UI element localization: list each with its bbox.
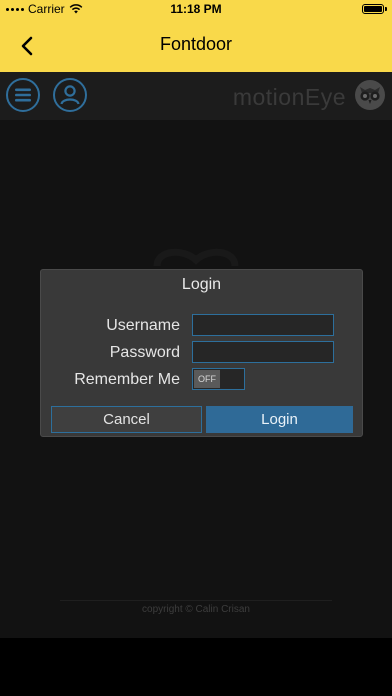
main-menu-button[interactable] [6,78,40,112]
username-field[interactable] [192,314,334,336]
page-title: Fontdoor [159,34,233,54]
copyright-text: copyright © Calin Crisan [142,604,250,615]
user-button[interactable] [53,78,87,112]
toggle-state-label: OFF [194,370,220,388]
remember-me-label: Remember Me [74,371,180,388]
hamburger-icon [15,88,31,102]
login-button[interactable]: Login [206,406,353,433]
password-field[interactable] [192,341,334,363]
footer-divider [60,600,332,601]
status-bar: Carrier 11:18 PM [0,0,392,20]
navigation-bar: Fontdoor [0,20,392,72]
dialog-title: Login [181,276,222,293]
cancel-button[interactable]: Cancel [51,406,202,433]
login-dialog: Login Username Password Remember Me OFF … [40,269,363,437]
owl-logo-icon [355,80,385,110]
username-label: Username [106,317,180,334]
motioneye-header: motionEye [0,72,392,120]
battery-icon [362,4,387,14]
user-icon [60,85,80,105]
app-top-bar: Carrier 11:18 PM Fontdoor [0,0,392,72]
remember-me-toggle[interactable]: OFF [192,368,245,390]
motioneye-brand: motionEye [232,84,346,110]
bottom-area [0,638,392,696]
status-time: 11:18 PM [170,2,222,16]
password-label: Password [109,344,180,361]
